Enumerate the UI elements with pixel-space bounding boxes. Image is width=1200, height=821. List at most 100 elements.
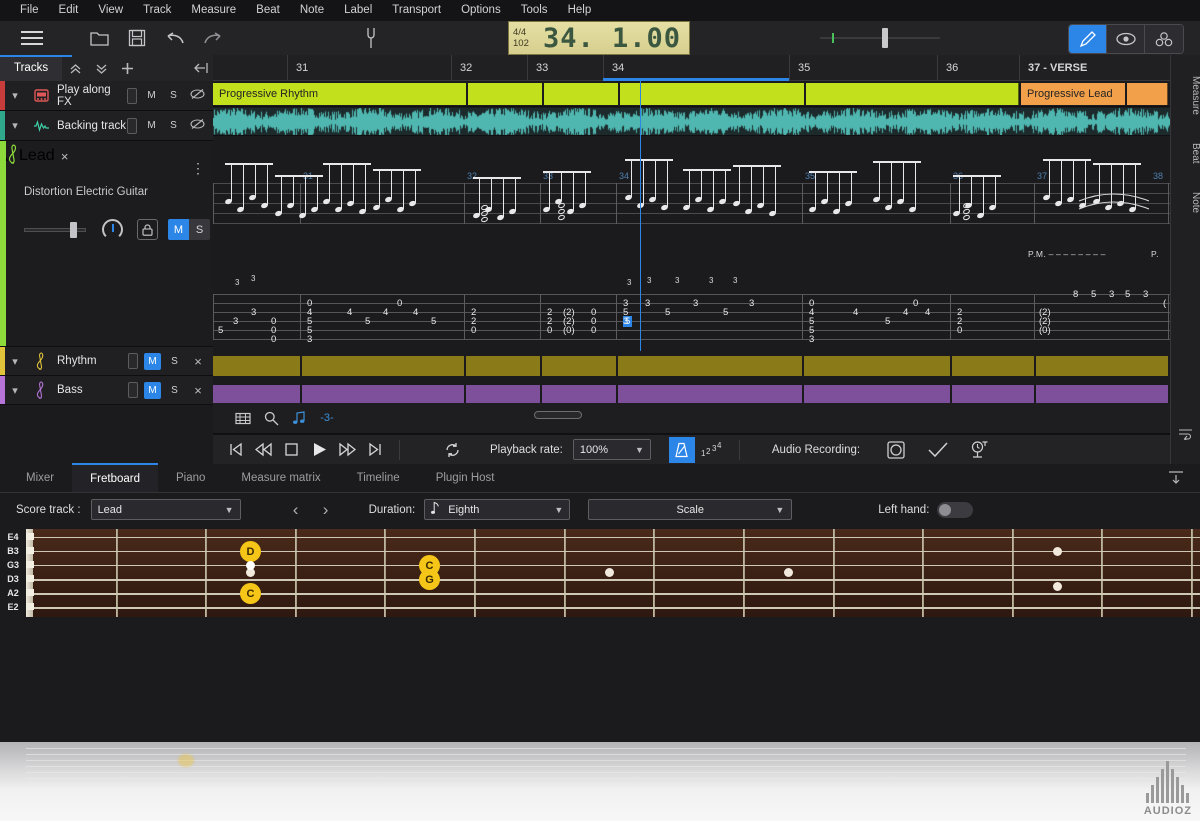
menu-item-transport[interactable]: Transport — [382, 0, 451, 21]
redo-icon[interactable] — [196, 25, 230, 51]
clip-segment[interactable] — [213, 356, 300, 376]
tab-number[interactable]: 8 — [1073, 289, 1078, 300]
tab-number[interactable]: 0 — [307, 298, 312, 309]
record-settings-icon[interactable] — [966, 438, 994, 462]
guitar-string[interactable] — [26, 565, 1200, 567]
cluster-mode-button[interactable] — [1145, 25, 1183, 53]
solo-button[interactable]: S — [166, 353, 183, 370]
tab-number[interactable]: 3 — [251, 307, 256, 318]
check-icon[interactable] — [924, 438, 952, 462]
wrap-toggle-icon[interactable] — [1170, 403, 1200, 464]
menu-item-track[interactable]: Track — [133, 0, 181, 21]
note-head[interactable] — [480, 215, 489, 224]
menu-item-help[interactable]: Help — [558, 0, 602, 21]
add-track-icon[interactable] — [114, 55, 140, 81]
tab-measure-matrix[interactable]: Measure matrix — [223, 465, 338, 492]
more-options-icon[interactable]: ⋮ — [191, 161, 205, 175]
tab-number[interactable]: 5 — [218, 325, 223, 336]
track-fader[interactable] — [128, 382, 138, 398]
tab-number[interactable]: 0 — [809, 298, 814, 309]
panel-toggle-icon[interactable] — [1168, 470, 1184, 489]
count-in-icon[interactable]: 1234 — [695, 438, 729, 462]
clip-lane-bass[interactable] — [213, 382, 1170, 403]
menu-item-edit[interactable]: Edit — [49, 0, 89, 21]
guitar-string[interactable] — [26, 537, 1200, 538]
tab-number[interactable]: 0 — [957, 325, 962, 336]
close-icon[interactable]: × — [188, 383, 208, 398]
track-fader[interactable] — [127, 87, 137, 104]
edit-mode-button[interactable] — [1069, 25, 1107, 53]
tab-number[interactable]: 5 — [665, 307, 670, 318]
position-display[interactable]: 4/4 102 34. 1.00 — [508, 21, 690, 55]
clip-segment[interactable] — [804, 356, 950, 376]
loop-icon[interactable] — [438, 438, 466, 462]
tab-number[interactable]: 3 — [1109, 289, 1114, 300]
lock-icon[interactable] — [137, 219, 158, 240]
tab-number[interactable]: 3 — [623, 316, 628, 327]
ruler-measure-35[interactable]: 35 — [789, 55, 937, 81]
clip-segment[interactable] — [1036, 385, 1168, 403]
eye-off-icon[interactable] — [187, 118, 207, 133]
tab-number[interactable]: 3 — [1143, 289, 1148, 300]
mute-button[interactable]: M — [144, 352, 161, 370]
ruler-measure-32[interactable]: 32 — [451, 55, 527, 81]
tab-number[interactable]: 0 — [547, 325, 552, 336]
play-icon[interactable] — [305, 438, 333, 462]
grid-icon[interactable] — [229, 407, 257, 429]
solo-button[interactable]: S — [165, 117, 182, 134]
skip-end-icon[interactable] — [361, 438, 389, 462]
pan-knob[interactable] — [102, 219, 123, 240]
tab-number[interactable]: 0 — [271, 334, 276, 345]
clip-segment[interactable] — [618, 385, 802, 403]
scale-mode-select[interactable]: Scale ▼ — [588, 499, 793, 520]
volume-slider[interactable] — [24, 221, 86, 238]
triplet-icon[interactable]: -3- — [313, 407, 341, 429]
clip-segment[interactable] — [213, 385, 300, 403]
fretboard-note-marker[interactable]: G — [419, 569, 440, 590]
rewind-icon[interactable] — [249, 438, 277, 462]
track-row-bass[interactable]: ▾ Bass M S × — [0, 376, 213, 405]
tab-number[interactable]: 0 — [591, 325, 596, 336]
tab-number[interactable]: 0 — [397, 298, 402, 309]
ruler-measure-33[interactable]: 33 — [527, 55, 603, 81]
note-head[interactable] — [557, 213, 566, 222]
clip-segment[interactable] — [466, 385, 540, 403]
tablature-staff[interactable]: 5 3 3 3 3 0 0 0 4 5 5 3 0 4 5 4 0 4 5 2 2 0 2 2 0 (2) (2) (0) 0 0 0 3 3 3… — [213, 274, 1170, 352]
slider-thumb[interactable] — [882, 28, 888, 48]
clip-segment[interactable] — [804, 385, 950, 403]
fast-forward-icon[interactable] — [333, 438, 361, 462]
clip-segment[interactable] — [952, 385, 1034, 403]
track-row-play-along-fx[interactable]: ▾ Play along FX M S — [0, 81, 213, 111]
tab-number[interactable]: 5 — [365, 316, 370, 327]
tab-number[interactable]: (0) — [1039, 325, 1051, 336]
open-folder-icon[interactable] — [82, 25, 116, 51]
menu-icon[interactable] — [10, 25, 54, 51]
ruler-measure-31[interactable]: 31 — [287, 55, 451, 81]
menu-item-beat[interactable]: Beat — [246, 0, 290, 21]
record-icon[interactable] — [882, 438, 910, 462]
clip-segment[interactable] — [542, 385, 616, 403]
track-panel-lead[interactable]: ▴ Lead × Distortion Electric Guitar ⋮ — [0, 141, 213, 347]
menu-item-options[interactable]: Options — [451, 0, 511, 21]
fret-inlay[interactable] — [246, 561, 255, 570]
clip-progressive-rhythm[interactable]: Progressive Rhythm — [213, 83, 1019, 105]
note-icon[interactable] — [285, 407, 313, 429]
tab-number[interactable]: 4 — [383, 307, 388, 318]
tab-number[interactable]: 4 — [925, 307, 930, 318]
menu-item-file[interactable]: File — [10, 0, 49, 21]
guitar-string[interactable] — [26, 551, 1200, 553]
panel-collapse-icon[interactable] — [188, 55, 213, 81]
scroll-pill[interactable] — [534, 411, 582, 419]
tab-number[interactable]: 4 — [903, 307, 908, 318]
clip-lane-fx[interactable]: Progressive Rhythm Progressive Lead — [213, 81, 1170, 107]
stop-icon[interactable] — [277, 438, 305, 462]
playhead[interactable] — [640, 81, 641, 351]
guitar-string[interactable] — [26, 579, 1200, 581]
ruler-measure-37[interactable]: 37 - VERSE — [1019, 55, 1161, 81]
clip-lane-rhythm[interactable] — [213, 353, 1170, 381]
menu-item-measure[interactable]: Measure — [181, 0, 246, 21]
tab-number[interactable]: 0 — [913, 298, 918, 309]
clip-segment[interactable] — [952, 356, 1034, 376]
zoom-icon[interactable] — [257, 407, 285, 429]
tab-number[interactable]: 3 — [307, 334, 312, 345]
